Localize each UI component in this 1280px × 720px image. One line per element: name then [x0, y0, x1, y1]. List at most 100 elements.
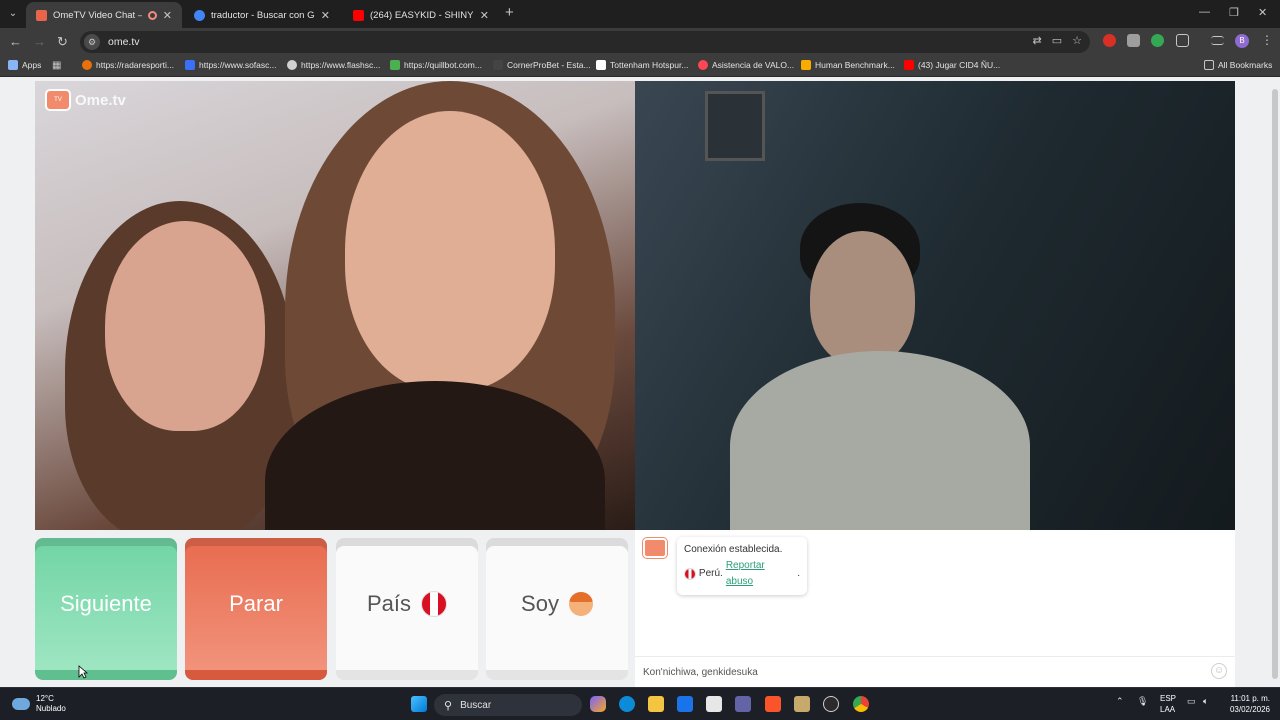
bookmark-quillbot[interactable]: https://quillbot.com...	[390, 60, 482, 70]
folder-icon	[1204, 60, 1214, 70]
media-queue-icon[interactable]	[1211, 36, 1224, 45]
recording-indicator-icon	[147, 10, 157, 20]
youtube-favicon-icon	[353, 9, 364, 21]
forward-icon[interactable]: →	[33, 34, 46, 49]
bookmark-flashscore[interactable]: https://www.flashsc...	[287, 60, 380, 70]
google-favicon-icon	[194, 9, 205, 21]
bookmark-label: https://radaresporti...	[96, 60, 174, 70]
windows-start-icon[interactable]	[411, 696, 427, 712]
tray-overflow-icon[interactable]: ⌃	[1116, 696, 1124, 707]
ometv-favicon-icon	[36, 9, 47, 21]
tab-groups-icon[interactable]: ▦	[52, 60, 61, 71]
brave-icon[interactable]	[765, 696, 781, 712]
cast-icon[interactable]: ▭	[1052, 34, 1062, 47]
language-indicator[interactable]: ESP LAA	[1160, 693, 1176, 715]
self-video	[635, 81, 1235, 530]
bookmark-label: Apps	[22, 60, 42, 70]
chat-input-value[interactable]: Kon'nichiwa, genkidesuka	[643, 667, 758, 678]
back-icon[interactable]: ←	[9, 34, 22, 49]
url-text[interactable]: ome.tv	[108, 36, 140, 48]
page-scrollbar[interactable]	[1270, 77, 1280, 687]
gender-selector[interactable]: Soy	[486, 538, 628, 680]
outlook-icon[interactable]	[677, 696, 693, 712]
bookmark-label: https://quillbot.com...	[404, 60, 482, 70]
tab-title: traductor - Buscar con Google	[211, 9, 315, 21]
bookmark-sofascore[interactable]: https://www.sofasc...	[185, 60, 276, 70]
bookmark-youtube-cid4[interactable]: (43) Jugar CID4 ÑU...	[904, 60, 1000, 70]
bookmark-apps[interactable]: Apps	[8, 60, 41, 70]
edge-icon[interactable]	[619, 696, 635, 712]
profile-avatar[interactable]: B	[1235, 34, 1249, 48]
more-menu-icon[interactable]: ⋮	[1261, 33, 1273, 47]
close-tab-icon[interactable]: ✕	[480, 9, 489, 22]
minimize-icon[interactable]: —	[1199, 6, 1210, 18]
extension-gray-icon[interactable]	[1127, 34, 1140, 47]
ometv-logo: TV Ome.tv	[45, 89, 126, 111]
bookmark-cornerprobet[interactable]: CornerProBet - Esta...	[493, 60, 591, 70]
country-selector[interactable]: País	[336, 538, 478, 680]
tab-ometv[interactable]: OmeTV Video Chat — Ome ✕	[26, 2, 182, 28]
weather-widget[interactable]: 12°C Nublado	[12, 694, 66, 714]
bookmark-favicon-icon	[185, 60, 195, 70]
taskbar-search[interactable]: ⚲ Buscar	[434, 694, 582, 716]
language-layout: LAA	[1160, 705, 1176, 714]
bookmark-star-icon[interactable]: ☆	[1072, 34, 1082, 47]
bookmark-favicon-icon	[801, 60, 811, 70]
report-abuse-link[interactable]: Reportar abuso	[726, 558, 794, 590]
bookmark-tottenham[interactable]: Tottenham Hotspur...	[596, 60, 688, 70]
microphone-icon[interactable]: 🎙︎	[1137, 696, 1148, 707]
file-explorer-icon[interactable]	[648, 696, 664, 712]
new-tab-button[interactable]: +	[505, 4, 514, 21]
close-window-icon[interactable]: ✕	[1258, 6, 1267, 19]
chat-panel: Conexión establecida. Perú. Reportar abu…	[635, 530, 1235, 687]
network-icon[interactable]: ▭	[1187, 696, 1196, 707]
all-bookmarks-label: All Bookmarks	[1218, 60, 1273, 70]
all-bookmarks-button[interactable]: All Bookmarks	[1204, 60, 1272, 70]
tab-title: (264) EASYKID - SHINY - YouTu	[370, 9, 474, 21]
tab-google[interactable]: traductor - Buscar con Google ✕	[184, 2, 340, 28]
extensions-puzzle-icon[interactable]	[1176, 34, 1189, 47]
search-label: Buscar	[460, 699, 492, 711]
bookmark-label: Tottenham Hotspur...	[610, 60, 689, 70]
steam-icon[interactable]	[823, 696, 839, 712]
extension-red-icon[interactable]	[1103, 34, 1116, 47]
gender-label: Soy	[521, 591, 559, 616]
person-face	[810, 231, 915, 366]
bookmark-humanbenchmark[interactable]: Human Benchmark...	[801, 60, 895, 70]
chat-input[interactable]: Kon'nichiwa, genkidesuka ☺	[635, 656, 1235, 687]
stop-button[interactable]: Parar	[185, 538, 327, 680]
bookmark-label: CornerProBet - Esta...	[507, 60, 591, 70]
peru-flag-icon	[421, 591, 448, 617]
bookmark-radaresporti[interactable]: https://radaresporti...	[82, 60, 174, 70]
tab-youtube[interactable]: (264) EASYKID - SHINY - YouTu ✕	[343, 2, 499, 28]
address-bar[interactable]: ⚙ ome.tv ⇄ ▭ ☆	[80, 31, 1090, 53]
emoji-icon[interactable]: ☺	[1211, 663, 1227, 679]
wall-frame	[705, 91, 765, 161]
site-info-icon[interactable]: ⚙	[84, 34, 100, 50]
teams-icon[interactable]	[735, 696, 751, 712]
media-player-icon[interactable]	[794, 696, 810, 712]
mouse-cursor-icon	[78, 665, 88, 679]
language-code: ESP	[1160, 694, 1177, 703]
volume-icon[interactable]: 🔈︎	[1203, 696, 1208, 707]
tab-search-chevron-icon[interactable]: ⌄	[4, 5, 22, 23]
system-clock[interactable]: 11:01 p. m. 03/02/2026	[1222, 693, 1270, 715]
copilot-icon[interactable]	[590, 696, 606, 712]
reload-icon[interactable]: ↻	[57, 34, 68, 50]
ometv-tv-icon	[643, 538, 667, 558]
scrollbar-thumb[interactable]	[1272, 89, 1278, 679]
translate-icon[interactable]: ⇄	[1033, 34, 1042, 47]
close-tab-icon[interactable]: ✕	[321, 9, 330, 22]
next-button[interactable]: Siguiente	[35, 538, 177, 680]
store-icon[interactable]	[706, 696, 722, 712]
bookmark-favicon-icon	[698, 60, 708, 70]
bookmark-valorant[interactable]: Asistencia de VALO...	[698, 60, 794, 70]
restore-icon[interactable]: ❐	[1229, 6, 1239, 19]
extension-green-icon[interactable]	[1151, 34, 1164, 47]
ometv-page: TV Ome.tv Siguiente Parar País Soy Conex…	[0, 77, 1280, 687]
bookmark-label: Asistencia de VALO...	[712, 60, 795, 70]
weather-temperature: 12°C	[36, 694, 54, 703]
person-face	[105, 221, 265, 431]
chrome-icon[interactable]	[853, 696, 869, 712]
close-tab-icon[interactable]: ✕	[163, 9, 172, 22]
